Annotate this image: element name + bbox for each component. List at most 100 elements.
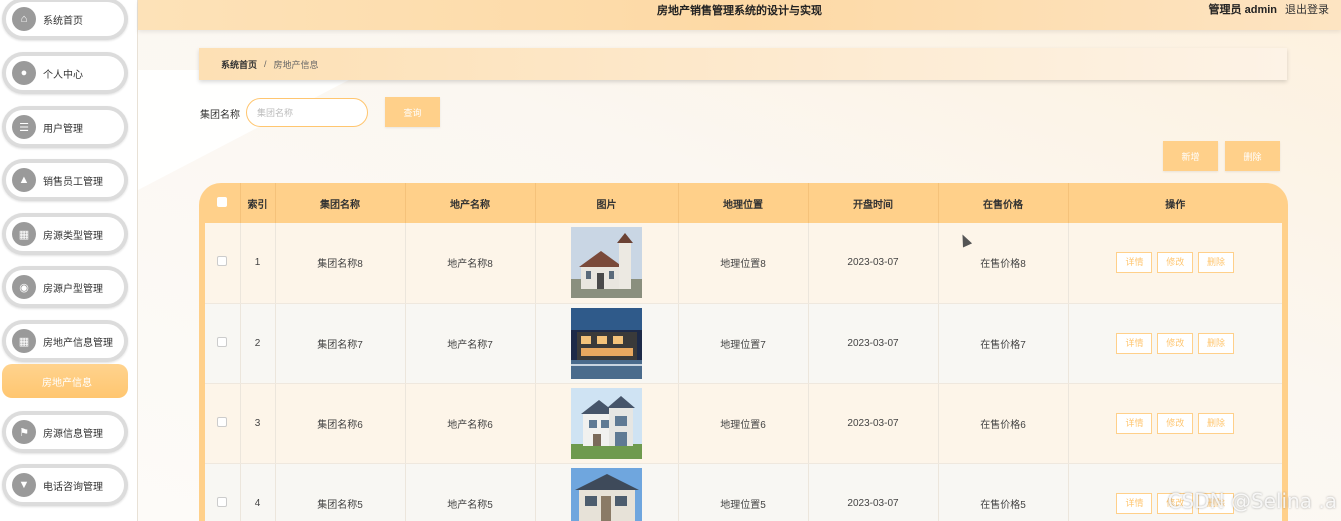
breadcrumb-current: 房地产信息 [273,59,319,70]
row-checkbox[interactable] [217,496,228,507]
row-delete-button[interactable]: 删除 [1198,412,1235,434]
sidebar-item-home[interactable]: ⌂ 系统首页 [2,0,128,40]
estate-image[interactable] [571,307,642,379]
column-header: 地理位置 [678,183,809,223]
current-user: 管理员 admin [1208,4,1277,16]
estate-image[interactable] [571,387,642,459]
cell-group: 集团名称6 [275,383,406,464]
watermark: CSDN @Selina .a [1167,489,1337,513]
cell-index: 1 [240,223,276,304]
sidebar-item-label: 房源信息管理 [43,428,103,440]
estate-image[interactable] [571,227,642,299]
cell-estate: 地产名称8 [405,223,536,304]
cell-location: 地理位置7 [678,303,809,384]
cell-group: 集团名称5 [275,463,406,521]
sidebar-item-label: 房源户型管理 [43,283,103,295]
cell-estate: 地产名称7 [405,303,536,384]
cell-index: 3 [240,383,276,464]
column-header: 索引 [240,183,276,223]
column-header: 地产名称 [405,183,536,223]
user-icon: ● [12,61,36,85]
cell-group: 集团名称7 [275,303,406,384]
grid-icon: ▦ [12,329,36,353]
sidebar-item-label: 电话咨询管理 [43,481,103,493]
pin-icon: ▼ [12,473,36,497]
sidebar-item-house-type[interactable]: ▦ 房源类型管理 [2,213,128,255]
sidebar-item-house-info[interactable]: ⚑ 房源信息管理 [2,411,128,453]
table-row: 3 集团名称6 地产名称6 地理位置6 2023-03-07 在售价格6 详情 … [205,383,1282,464]
search-input[interactable] [246,98,368,127]
cell-price: 在售价格8 [938,223,1069,304]
page-title: 房地产销售管理系统的设计与实现 [657,5,822,17]
row-delete-button[interactable]: 删除 [1198,332,1235,354]
sidebar-subitem-estate[interactable]: 房地产信息 [2,364,128,398]
logout-link[interactable]: 退出登录 [1285,0,1329,20]
edit-button[interactable]: 修改 [1157,412,1194,434]
home-icon: ⌂ [12,7,36,31]
cell-price: 在售价格7 [938,303,1069,384]
flag-icon: ⚑ [12,420,36,444]
column-header: 开盘时间 [808,183,939,223]
grid-icon: ▦ [12,222,36,246]
detail-button[interactable]: 详情 [1116,492,1153,514]
delete-button[interactable]: 删除 [1225,141,1280,171]
column-header: 集团名称 [275,183,406,223]
cell-location: 地理位置5 [678,463,809,521]
column-header: 图片 [535,183,679,223]
detail-button[interactable]: 详情 [1116,252,1153,274]
select-all-header[interactable] [205,183,241,223]
detail-button[interactable]: 详情 [1116,332,1153,354]
cell-price: 在售价格5 [938,463,1069,521]
cell-estate: 地产名称6 [405,383,536,464]
background-decoration [138,70,368,190]
sidebar-item-label: 用户管理 [43,123,83,135]
add-button[interactable]: 新增 [1163,141,1218,171]
sidebar: ⌂ 系统首页 ● 个人中心 ☰ 用户管理 ▲ 销售员工管理 ▦ 房源类型管理 ◉… [0,0,138,521]
query-button[interactable]: 查询 [385,97,440,127]
cell-location: 地理位置8 [678,223,809,304]
data-table: 索引 集团名称 地产名称 图片 地理位置 开盘时间 在售价格 操作 1 集团名称… [205,183,1282,521]
data-table-container: 索引 集团名称 地产名称 图片 地理位置 开盘时间 在售价格 操作 1 集团名称… [199,183,1288,521]
cell-date: 2023-03-07 [808,463,939,521]
table-row: 1 集团名称8 地产名称8 地理位置8 2023-03-07 在售价格8 详情 … [205,223,1282,304]
select-all-checkbox[interactable] [217,196,228,207]
cell-group: 集团名称8 [275,223,406,304]
cell-price: 在售价格6 [938,383,1069,464]
sidebar-item-label: 系统首页 [43,15,83,27]
cell-date: 2023-03-07 [808,383,939,464]
cell-date: 2023-03-07 [808,303,939,384]
row-delete-button[interactable]: 删除 [1198,252,1235,274]
sidebar-item-users[interactable]: ☰ 用户管理 [2,106,128,148]
cell-estate: 地产名称5 [405,463,536,521]
cell-index: 4 [240,463,276,521]
sidebar-item-label: 销售员工管理 [43,176,103,188]
sidebar-item-house-layout[interactable]: ◉ 房源户型管理 [2,266,128,308]
breadcrumb-home[interactable]: 系统首页 [221,58,257,71]
row-checkbox[interactable] [217,336,228,347]
sidebar-item-profile[interactable]: ● 个人中心 [2,52,128,94]
cell-date: 2023-03-07 [808,223,939,304]
top-header: 房地产销售管理系统的设计与实现 管理员 admin 退出登录 [138,0,1341,30]
estate-image[interactable] [571,467,642,521]
cell-index: 2 [240,303,276,384]
breadcrumb: 系统首页 / 房地产信息 [199,48,1287,80]
sidebar-item-label: 房地产信息管理 [43,337,113,349]
location-icon: ◉ [12,275,36,299]
sidebar-item-label: 房源类型管理 [43,230,103,242]
edit-button[interactable]: 修改 [1157,252,1194,274]
sidebar-item-estate-info[interactable]: ▦ 房地产信息管理 [2,320,128,362]
list-icon: ☰ [12,115,36,139]
sidebar-item-label: 个人中心 [43,69,83,81]
detail-button[interactable]: 详情 [1116,412,1153,434]
edit-button[interactable]: 修改 [1157,332,1194,354]
sidebar-item-phone-consult[interactable]: ▼ 电话咨询管理 [2,464,128,506]
row-checkbox[interactable] [217,416,228,427]
cell-location: 地理位置6 [678,383,809,464]
column-header: 在售价格 [938,183,1069,223]
search-label: 集团名称 [200,110,240,121]
sidebar-item-sales-staff[interactable]: ▲ 销售员工管理 [2,159,128,201]
table-row: 2 集团名称7 地产名称7 地理位置7 2023-03-07 在售价格7 详情 … [205,303,1282,384]
breadcrumb-separator: / [264,59,267,69]
row-checkbox[interactable] [217,256,228,267]
table-row: 4 集团名称5 地产名称5 地理位置5 2023-03-07 在售价格5 详情 … [205,463,1282,521]
